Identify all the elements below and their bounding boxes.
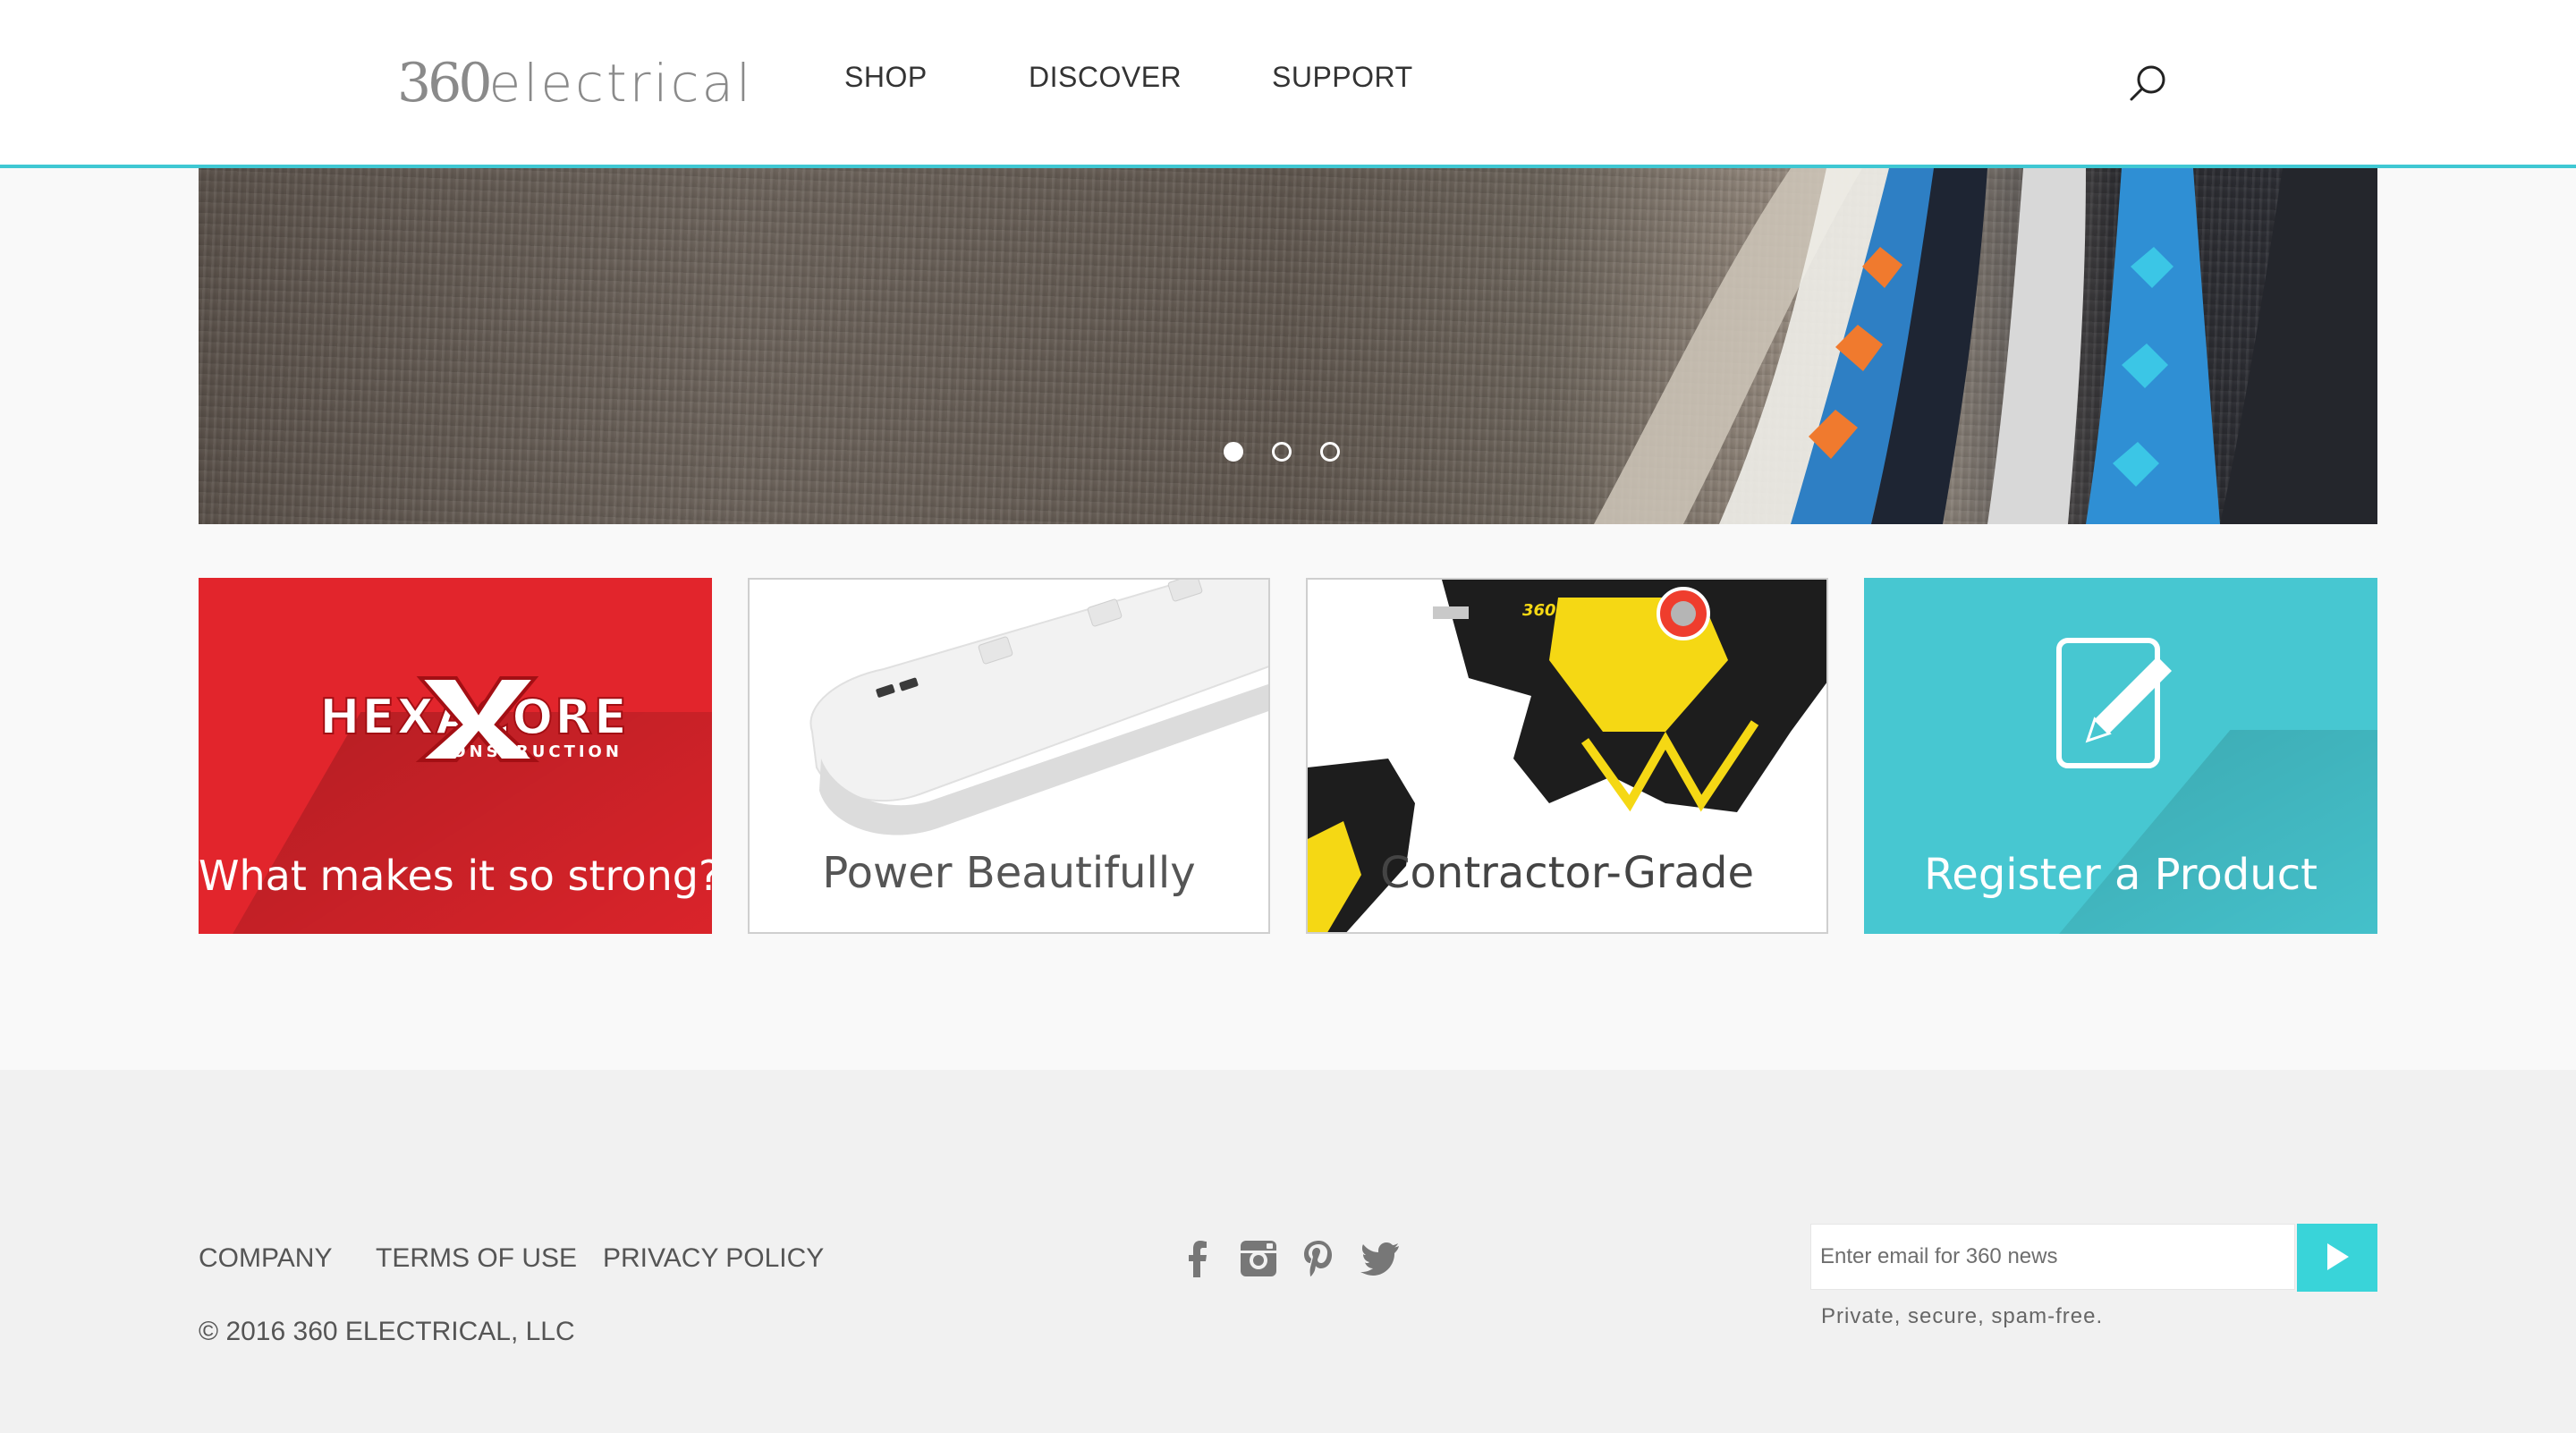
tile-power-strip[interactable]: Power Beautifully <box>748 578 1270 934</box>
logo-word: electrical <box>488 53 754 114</box>
twitter-icon[interactable] <box>1360 1238 1401 1279</box>
hexacore-logo-subtext: CONSTRUCTION <box>436 742 623 761</box>
tile-caption: What makes it so strong? <box>199 852 712 900</box>
carousel-dots <box>1224 442 1340 462</box>
newsletter-email-input[interactable] <box>1810 1224 2295 1290</box>
nav-support[interactable]: SUPPORT <box>1272 61 1413 94</box>
copyright: © 2016 360 ELECTRICAL, LLC <box>199 1317 575 1346</box>
hexacore-logo: HEXACORE CONSTRUCTION <box>318 676 628 762</box>
carousel-dot-2[interactable] <box>1272 442 1292 462</box>
site-header: 360 electrical SHOP DISCOVER SUPPORT <box>0 0 2576 168</box>
tile-contractor-grade[interactable]: 360PRO Contractor-Grade <box>1306 578 1828 934</box>
instagram-icon[interactable] <box>1238 1238 1279 1279</box>
carousel-dot-1[interactable] <box>1224 442 1243 462</box>
tile-caption: Contractor-Grade <box>1380 848 1754 898</box>
facebook-icon[interactable] <box>1177 1238 1218 1279</box>
tile-caption: Register a Product <box>1924 850 2318 900</box>
footer-link-terms[interactable]: TERMS OF USE <box>376 1243 577 1274</box>
logo-number: 360 <box>397 52 493 114</box>
newsletter-submit-button[interactable] <box>2297 1224 2377 1292</box>
nav-discover[interactable]: DISCOVER <box>1029 61 1182 94</box>
hero-carousel[interactable] <box>199 168 2377 524</box>
footer-link-privacy[interactable]: PRIVACY POLICY <box>603 1243 824 1274</box>
play-arrow-icon <box>2327 1242 2349 1270</box>
contractor-brand-mark: 360PRO <box>1522 601 1594 620</box>
site-logo[interactable]: 360 electrical <box>397 52 753 114</box>
nav-shop[interactable]: SHOP <box>844 61 928 94</box>
search-icon[interactable] <box>2127 63 2170 106</box>
carousel-dot-3[interactable] <box>1320 442 1340 462</box>
tile-hexacore[interactable]: HEXACORE CONSTRUCTION What makes it so s… <box>199 578 712 934</box>
footer-link-company[interactable]: COMPANY <box>199 1243 332 1274</box>
hero-cables-image <box>1594 168 2377 524</box>
tile-register-product[interactable]: Register a Product <box>1864 578 2377 934</box>
edit-icon <box>2056 638 2172 768</box>
newsletter-note: Private, secure, spam-free. <box>1821 1304 2104 1328</box>
tile-caption: Power Beautifully <box>822 848 1196 898</box>
pinterest-icon[interactable] <box>1299 1238 1340 1279</box>
